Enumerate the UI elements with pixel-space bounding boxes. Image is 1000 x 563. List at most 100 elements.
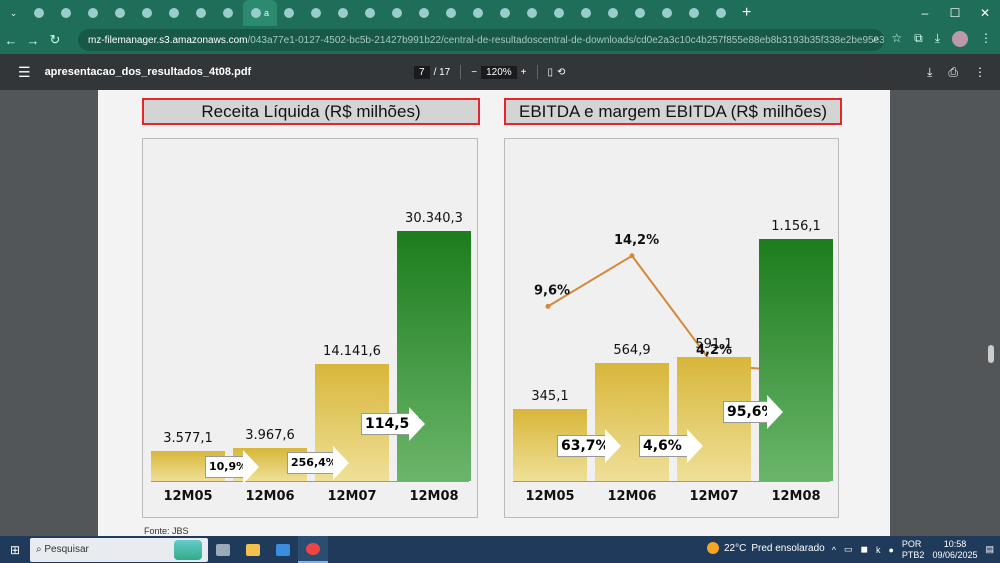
rotate-icon[interactable]: ⟲	[557, 67, 565, 78]
x-tick-label: 12M07	[327, 489, 377, 504]
new-tab-button[interactable]: +	[742, 4, 751, 22]
pdf-download-icon[interactable]: ⤓	[927, 65, 932, 80]
print-icon[interactable]: ⎙	[948, 65, 958, 80]
notifications-icon[interactable]: ▤	[985, 544, 994, 555]
revenue-chart: 3.577,1 12M05 3.967,6 12M06 14.141,6 12M07 30.…	[142, 138, 478, 518]
chevron-up-icon[interactable]: ^	[832, 545, 836, 555]
margin-point	[629, 253, 635, 259]
minimize-button[interactable]: –	[910, 0, 940, 26]
arrow-head-icon	[243, 450, 259, 484]
window-controls: – ☐ ✕	[910, 0, 1000, 26]
tab-favicon	[554, 8, 564, 18]
url-path: /043a77e1-0127-4502-bc5b-21427b991b22/ce…	[247, 34, 884, 46]
browser-tab[interactable]	[493, 0, 520, 26]
taskbar-search[interactable]: ⌕ Pesquisar	[30, 537, 208, 562]
tab-favicon	[716, 8, 726, 18]
browser-tab[interactable]	[547, 0, 574, 26]
browser-tab[interactable]	[108, 0, 135, 26]
browser-tab[interactable]	[466, 0, 493, 26]
close-window-button[interactable]: ✕	[970, 0, 1000, 26]
x-tick-label: 12M07	[689, 489, 739, 504]
arrow-head-icon	[605, 429, 621, 463]
mail-icon[interactable]	[268, 536, 298, 563]
tab-favicon	[527, 8, 537, 18]
browser-tab[interactable]	[601, 0, 628, 26]
bar-value-label: 3.577,1	[163, 431, 213, 446]
clock[interactable]: 10:58 09/06/2025	[932, 539, 977, 561]
scrollbar-thumb[interactable]	[988, 345, 994, 363]
tab-favicon	[473, 8, 483, 18]
tab-favicon	[250, 8, 261, 18]
tab-favicon	[338, 8, 348, 18]
teams-icon[interactable]: ◼	[861, 544, 868, 555]
browser-tab[interactable]: a	[243, 0, 277, 26]
hamburger-menu-icon[interactable]: ☰	[18, 64, 31, 81]
browser-tab[interactable]	[189, 0, 216, 26]
browser-tab[interactable]	[331, 0, 358, 26]
browser-tab[interactable]	[412, 0, 439, 26]
page-number-input[interactable]: 7	[414, 65, 430, 79]
zoom-out-icon[interactable]: −	[471, 67, 477, 78]
tab-favicon	[284, 8, 294, 18]
right-chart-title: EBITDA e margem EBITDA (R$ milhões)	[504, 98, 842, 125]
weather-widget[interactable]: 22°C Pred ensolarado	[707, 542, 825, 554]
language-indicator[interactable]: POR PTB2	[902, 539, 925, 561]
browser-tab[interactable]	[358, 0, 385, 26]
network-icon[interactable]: ▭	[844, 544, 853, 555]
file-explorer-icon[interactable]	[238, 536, 268, 563]
address-actions: ⌕ ☆ ⧉ ⤓ ⋮	[873, 31, 992, 47]
weather-temp: 22°C	[724, 542, 747, 554]
tray-app2-icon[interactable]: ●	[888, 545, 893, 555]
browser-tab[interactable]	[54, 0, 81, 26]
margin-point	[545, 303, 551, 309]
browser-tab[interactable]	[520, 0, 547, 26]
pdf-viewer[interactable]: Receita Líquida (R$ milhões) EBITDA e ma…	[0, 90, 1000, 536]
download-icon[interactable]: ⤓	[935, 31, 940, 47]
sun-icon	[707, 542, 719, 554]
browser-tab[interactable]	[27, 0, 54, 26]
browser-tab[interactable]	[439, 0, 466, 26]
arrow-head-icon	[409, 407, 425, 441]
browser-tab[interactable]	[277, 0, 304, 26]
system-tray: ^ ▭ ◼ k ● POR PTB2 10:58 09/06/2025 ▤	[832, 536, 994, 563]
forward-icon[interactable]: →	[22, 33, 44, 48]
bar-value-label: 1.156,1	[771, 219, 821, 235]
fit-page-icon[interactable]: ▯	[548, 67, 554, 78]
keyboard-layout: PTB2	[901, 549, 925, 560]
avatar[interactable]	[952, 31, 968, 47]
bar-value-label: 3.967,6	[245, 428, 295, 444]
zoom-level-input[interactable]: 120%	[481, 65, 517, 79]
browser-tab[interactable]	[81, 0, 108, 26]
back-icon[interactable]: ←	[0, 33, 22, 48]
zoom-in-icon[interactable]: +	[521, 67, 527, 78]
tray-app-icon[interactable]: k	[876, 545, 881, 555]
language-code: POR	[901, 538, 922, 549]
pdf-more-icon[interactable]: ⋮	[974, 65, 986, 80]
maximize-button[interactable]: ☐	[940, 0, 970, 26]
browser-tab[interactable]	[682, 0, 709, 26]
browser-tab[interactable]	[574, 0, 601, 26]
reload-icon[interactable]: ↻	[44, 32, 66, 48]
windows-start-icon[interactable]: ⊞	[0, 543, 30, 557]
chrome-icon[interactable]	[298, 536, 328, 563]
tab-favicon	[446, 8, 456, 18]
url-bar[interactable]: mz-filemanager.s3.amazonaws.com/043a77e1…	[78, 29, 884, 51]
tab-search-icon[interactable]: ⌄	[0, 0, 27, 26]
browser-tab[interactable]	[216, 0, 243, 26]
browser-tab[interactable]	[304, 0, 331, 26]
x-axis-line	[151, 481, 469, 482]
extensions-icon[interactable]: ⧉	[914, 31, 923, 47]
kebab-menu-icon[interactable]: ⋮	[980, 31, 992, 47]
source-note: Fonte: JBS	[144, 526, 189, 536]
pdf-toolbar: ☰ apresentacao_dos_resultados_4t08.pdf 7…	[0, 54, 1000, 90]
browser-tab[interactable]	[385, 0, 412, 26]
browser-tab[interactable]	[162, 0, 189, 26]
bookmark-star-icon[interactable]: ☆	[891, 31, 902, 47]
browser-tab[interactable]	[628, 0, 655, 26]
zoom-icon[interactable]: ⌕	[873, 31, 880, 47]
browser-tab[interactable]	[135, 0, 162, 26]
browser-tab[interactable]	[709, 0, 736, 26]
task-view-icon[interactable]	[208, 536, 238, 563]
growth-label: 256,4%	[287, 452, 337, 474]
browser-tab[interactable]	[655, 0, 682, 26]
